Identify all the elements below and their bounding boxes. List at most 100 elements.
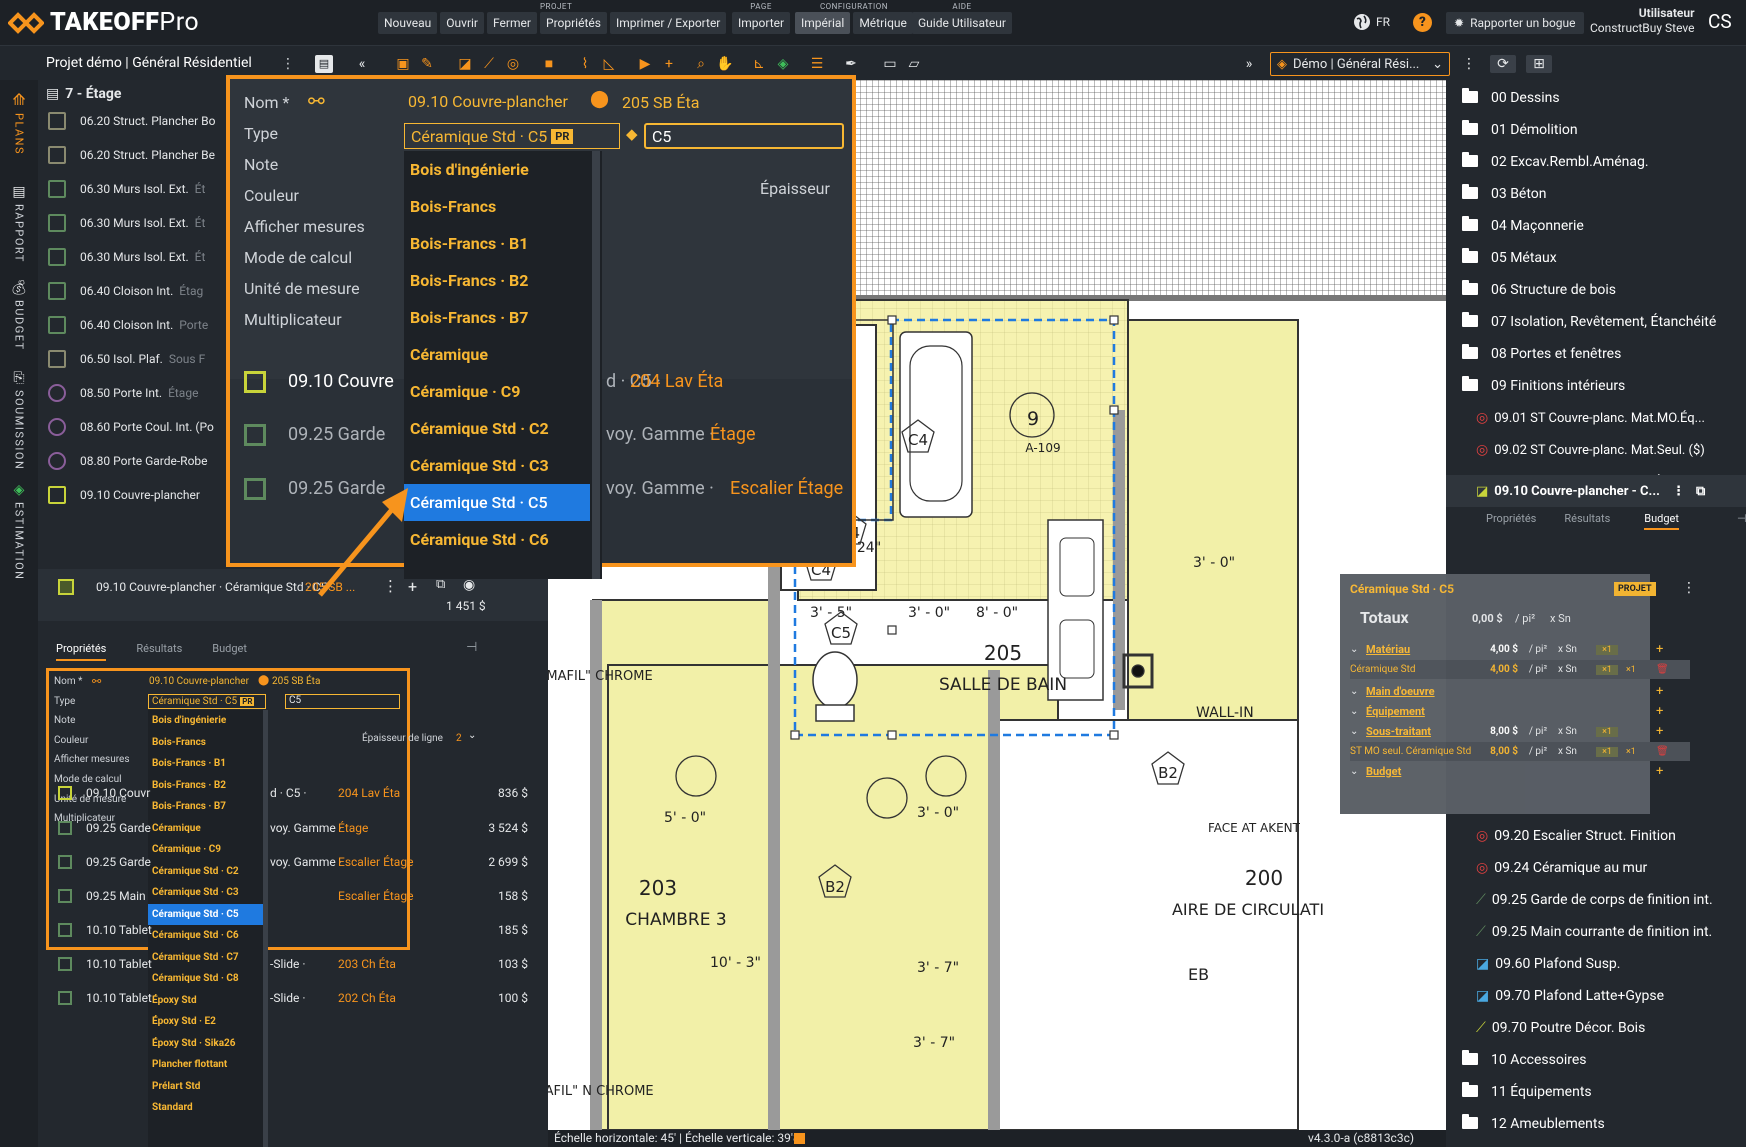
list-item[interactable]: 06.30 Murs Isol. Ext. Ét — [48, 238, 205, 276]
small-dropdown-option[interactable]: Époxy Std · E2 — [148, 1011, 268, 1033]
folder-item[interactable]: 03 Béton — [1446, 178, 1746, 210]
close-button[interactable]: Fermer — [487, 12, 537, 34]
small-epaisseur-value[interactable]: 2 — [456, 733, 462, 744]
list-item[interactable]: 06.50 Isol. Plaf. Sous F — [48, 340, 205, 378]
highlighter-icon[interactable]: ✒ — [842, 55, 860, 73]
tab-budget[interactable]: Budget — [212, 642, 247, 661]
list-item[interactable]: 08.60 Porte Coul. Int. (Po — [48, 408, 220, 446]
expand-chevron-icon[interactable]: ⌄ — [1350, 686, 1366, 697]
right-selected-item[interactable]: ◪ 09.10 Couvre-plancher - C... ⋮ ⧉ — [1446, 475, 1746, 507]
takeoff-item[interactable]: ⟋ 09.25 Main courrante de finition int. — [1446, 916, 1746, 948]
pan-hand-icon[interactable]: ✋ — [716, 55, 734, 73]
tab-properties[interactable]: Propriétés — [56, 642, 107, 661]
zoom-type-dropdown[interactable]: Bois d'ingénierie Bois-Francs Bois-Francs … — [404, 151, 602, 579]
report-bug-button[interactable]: ✹ Rapporter un bogue — [1446, 12, 1584, 34]
budget-row-multiplier[interactable]: ×1 — [1596, 726, 1618, 737]
more-vert-icon[interactable]: ⋮ — [279, 55, 297, 73]
zoom-dropdown-option[interactable]: Bois-Francs · B7 — [404, 299, 590, 336]
project-more-icon[interactable]: ⋮ — [1460, 55, 1478, 73]
row-copy-icon[interactable]: ⧉ — [436, 577, 445, 592]
list-item[interactable]: 06.30 Murs Isol. Ext. Ét — [48, 204, 205, 242]
takeoff-item[interactable]: ◎ 09.20 Escalier Struct. Finition — [1446, 820, 1746, 852]
imperial-toggle[interactable]: Impérial — [795, 12, 851, 34]
expand-chevron-icon[interactable]: ⌄ — [1350, 726, 1366, 737]
note-icon[interactable]: ▱ — [905, 55, 923, 73]
add-icon[interactable]: + — [1656, 642, 1663, 657]
small-dropdown-option[interactable]: Époxy Std · Sika26 — [148, 1033, 268, 1055]
budget-project-badge[interactable]: PROJET — [1614, 582, 1656, 596]
add-icon[interactable]: + — [1656, 684, 1663, 699]
folder-item[interactable]: 07 Isolation, Revêtement, Étanchéité — [1446, 306, 1746, 338]
small-dropdown-option[interactable]: Bois-Francs — [148, 732, 268, 754]
new-button[interactable]: Nouveau — [378, 12, 438, 34]
folder-item[interactable]: 00 Dessins — [1446, 82, 1746, 114]
small-epaisseur-chevron-icon[interactable]: ⌄ — [468, 730, 476, 741]
list-item[interactable]: 08.50 Porte Int. Étage — [48, 374, 198, 412]
budget-row-multiplier-2[interactable]: ×1 — [1626, 665, 1636, 675]
right-pin-icon[interactable]: ⊣ — [1737, 512, 1746, 538]
zoom-dropdown-option[interactable]: Bois-Francs — [404, 188, 590, 225]
link-icon[interactable]: ⚯ — [308, 89, 325, 113]
zoom-dropdown-option[interactable]: Bois-Francs · B2 — [404, 262, 590, 299]
zoom-dropdown-option[interactable]: Céramique — [404, 336, 590, 373]
table-row[interactable]: 09.10 Couvr d · C5 · 204 Lav Éta 836 $ — [38, 778, 548, 808]
list-item[interactable]: 06.40 Cloison Int. Porte — [48, 306, 208, 344]
budget-row[interactable]: Céramique Std 4,00 $ / pi² x Sn ×1 ×1 🗑︎ — [1350, 660, 1690, 679]
takeoff-item[interactable]: ◪ 09.60 Plafond Susp. — [1446, 948, 1746, 980]
zoom-type-search-input[interactable]: C5 — [644, 123, 844, 149]
area-tool-icon[interactable]: ◪ — [456, 55, 474, 73]
budget-row-multiplier[interactable]: ×1 — [1596, 746, 1618, 757]
help-icon[interactable]: ? — [1413, 13, 1432, 32]
table-row[interactable]: 09.25 Garde voy. Gamme · Étage 3 524 $ — [38, 813, 548, 843]
budget-row[interactable]: ⌄ Budget + — [1350, 762, 1690, 781]
refresh-icon[interactable]: ⟳ — [1490, 55, 1516, 73]
measure-icon[interactable]: ⊾ — [750, 55, 768, 73]
nav-budget[interactable]: 💰︎ BUDGET — [0, 280, 38, 351]
list-item[interactable]: 08.80 Porte Garde-Robe — [48, 442, 214, 480]
table-row[interactable]: 10.10 Tablet 185 $ — [38, 915, 548, 945]
right-more-icon[interactable]: ⋮ — [1672, 484, 1685, 499]
folder-item[interactable]: 10 Accessoires — [1446, 1044, 1746, 1076]
zoom-dropdown-option[interactable]: Céramique Std · C6 — [404, 521, 590, 558]
folder-item[interactable]: 09 Finitions intérieurs — [1446, 370, 1746, 402]
add-icon[interactable]: + — [1656, 764, 1663, 779]
budget-row[interactable]: ⌄ Main d'oeuvre + — [1350, 682, 1690, 701]
zoom-icon[interactable]: ⌕ — [692, 55, 710, 73]
list-icon[interactable]: ☰ — [808, 55, 826, 73]
budget-row-multiplier-2[interactable]: ×1 — [1626, 747, 1636, 757]
metric-toggle[interactable]: Métrique — [853, 12, 913, 34]
folder-item[interactable]: 12 Ameublements — [1446, 1108, 1746, 1140]
nav-estimation[interactable]: ◈ ESTIMATION — [0, 482, 38, 581]
comment-icon[interactable]: ▭ — [881, 55, 899, 73]
takeoff-item[interactable]: ◎ 09.01 ST Couvre-planc. Mat.MO.Éq... — [1446, 402, 1746, 434]
right-tab-results[interactable]: Résultats — [1564, 512, 1610, 538]
budget-row[interactable]: ST MO seul. Céramique Std 8,00 $ / pi² x Sn… — [1350, 742, 1690, 761]
pin-icon[interactable]: ⊣ — [466, 640, 477, 655]
row-visibility-icon[interactable]: ◉ — [463, 577, 475, 593]
pencil-icon[interactable]: ✎ — [418, 55, 436, 73]
table-row[interactable]: 09.25 Main Escalier Étage 158 $ — [38, 881, 548, 911]
list-item[interactable]: 06.40 Cloison Int. Étag — [48, 272, 203, 310]
language-selector[interactable]: FR — [1353, 13, 1390, 31]
import-button[interactable]: Importer — [732, 12, 791, 34]
right-tab-budget[interactable]: Budget — [1644, 512, 1679, 530]
folder-item[interactable]: 06 Structure de bois — [1446, 274, 1746, 306]
small-dropdown-option[interactable]: Bois d'ingénierie — [148, 710, 268, 732]
folder-item[interactable]: 01 Démolition — [1446, 114, 1746, 146]
list-item[interactable]: 09.10 Couvre-plancher — [48, 476, 206, 514]
rect-tool-icon[interactable]: ■ — [540, 55, 558, 73]
folder-item[interactable]: 11 Équipements — [1446, 1076, 1746, 1108]
polyline-tool-icon[interactable]: ⌇ — [576, 55, 594, 73]
print-export-button[interactable]: Imprimer / Exporter — [609, 12, 727, 34]
linear-tool-icon[interactable]: ⟋ — [480, 55, 498, 73]
nav-submission[interactable]: ⎘ SOUMISSION — [0, 370, 38, 470]
small-type-search-input[interactable]: C5 — [285, 694, 400, 709]
takeoff-item[interactable]: ⟋ 09.70 Poutre Décor. Bois — [1446, 1012, 1746, 1044]
zoom-dropdown-option[interactable]: Céramique Std · C5 — [404, 484, 590, 521]
table-row[interactable]: 10.10 Tablet -Slide · 203 Ch Éta 103 $ — [38, 949, 548, 979]
nav-plans[interactable]: ⟰ PLANS — [0, 90, 38, 155]
zoom-dropdown-option[interactable]: Céramique Std · C3 — [404, 447, 590, 484]
budget-row[interactable]: ⌄ Équipement + — [1350, 702, 1690, 721]
takeoff-item[interactable]: ◪ 09.70 Plafond Latte+Gypse — [1446, 980, 1746, 1012]
small-type-select[interactable]: Céramique Std · C5 PR — [148, 694, 266, 709]
